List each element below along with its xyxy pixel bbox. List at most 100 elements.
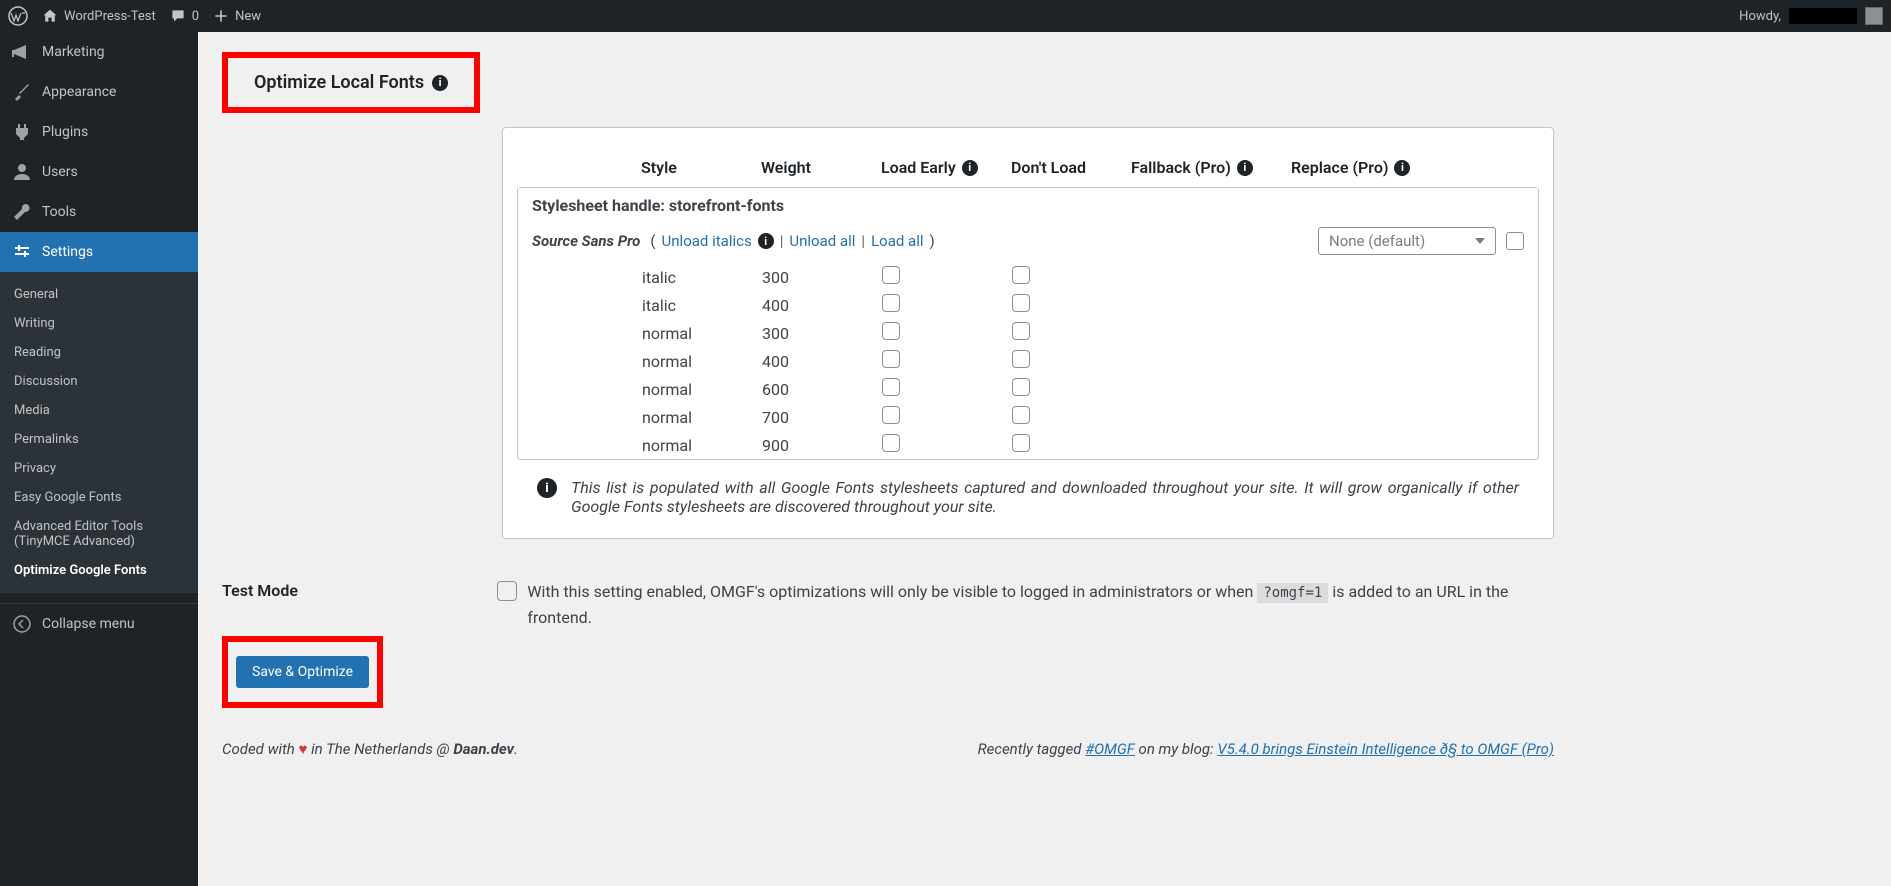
avatar <box>1865 7 1883 25</box>
variant-style: normal <box>642 324 762 343</box>
variant-style: normal <box>642 436 762 455</box>
highlight-box-save: Save & Optimize <box>222 636 383 708</box>
menu-marketing[interactable]: Marketing <box>0 32 198 72</box>
variant-row: normal700 <box>518 403 1538 431</box>
author-link[interactable]: Daan.dev <box>453 740 514 758</box>
th-weight: Weight <box>761 158 881 177</box>
menu-plugins[interactable]: Plugins <box>0 112 198 152</box>
test-mode-label: Test Mode <box>222 579 437 600</box>
collapse-icon <box>12 614 32 634</box>
th-replace: Replace (Pro) i <box>1291 158 1411 177</box>
handle-label: Stylesheet handle: storefront-fonts <box>532 196 784 215</box>
collapse-menu[interactable]: Collapse menu <box>0 603 198 644</box>
variant-weight: 600 <box>762 380 882 399</box>
footer-blog: Recently tagged #OMGF on my blog: V5.4.0… <box>978 740 1554 758</box>
variant-weight: 700 <box>762 408 882 427</box>
info-icon[interactable]: i <box>1394 160 1410 176</box>
variant-weight: 300 <box>762 268 882 287</box>
user-menu[interactable]: Howdy, <box>1739 7 1883 25</box>
save-optimize-button[interactable]: Save & Optimize <box>236 656 369 688</box>
menu-tools[interactable]: Tools <box>0 192 198 232</box>
dont-load-checkbox[interactable] <box>1012 406 1030 424</box>
test-mode-checkbox[interactable] <box>497 581 517 601</box>
info-icon[interactable]: i <box>758 233 774 249</box>
submenu-optimize-google-fonts[interactable]: Optimize Google Fonts <box>0 556 198 585</box>
test-mode-row: Test Mode With this setting enabled, OMG… <box>222 579 1554 630</box>
dont-load-checkbox[interactable] <box>1012 378 1030 396</box>
load-all-link[interactable]: Load all <box>871 232 923 250</box>
load-early-checkbox[interactable] <box>882 434 900 452</box>
variant-weight: 900 <box>762 436 882 455</box>
menu-appearance[interactable]: Appearance <box>0 72 198 112</box>
main-content: Optimize Local Fonts i Style Weight Load… <box>198 32 1578 886</box>
submenu-writing[interactable]: Writing <box>0 309 198 338</box>
menu-users[interactable]: Users <box>0 152 198 192</box>
replace-checkbox[interactable] <box>1506 232 1524 250</box>
load-early-checkbox[interactable] <box>882 350 900 368</box>
variant-style: italic <box>642 296 762 315</box>
info-note-text: This list is populated with all Google F… <box>571 478 1519 516</box>
hashtag-link[interactable]: #OMGF <box>1085 740 1135 758</box>
variant-row: normal600 <box>518 375 1538 403</box>
submenu-privacy[interactable]: Privacy <box>0 454 198 483</box>
load-early-checkbox[interactable] <box>882 378 900 396</box>
dont-load-checkbox[interactable] <box>1012 266 1030 284</box>
chevron-down-icon <box>1475 238 1485 244</box>
dont-load-checkbox[interactable] <box>1012 294 1030 312</box>
load-early-checkbox[interactable] <box>882 406 900 424</box>
load-early-checkbox[interactable] <box>882 294 900 312</box>
submenu-permalinks[interactable]: Permalinks <box>0 425 198 454</box>
fallback-select[interactable]: None (default) <box>1318 227 1496 255</box>
new-link[interactable]: New <box>213 8 261 24</box>
brush-icon <box>12 82 32 102</box>
submenu-general[interactable]: General <box>0 280 198 309</box>
info-icon[interactable]: i <box>1237 160 1253 176</box>
site-link[interactable]: WordPress-Test <box>42 8 156 24</box>
dont-load-checkbox[interactable] <box>1012 434 1030 452</box>
sliders-icon <box>12 242 32 262</box>
unload-italics-link[interactable]: Unload italics <box>662 232 752 250</box>
submenu-media[interactable]: Media <box>0 396 198 425</box>
username-redacted <box>1789 8 1857 24</box>
fonts-panel: Style Weight Load Early i Don't Load Fal… <box>502 127 1554 539</box>
load-early-checkbox[interactable] <box>882 322 900 340</box>
variant-style: normal <box>642 380 762 399</box>
footer-credits: Coded with ♥ in The Netherlands @ Daan.d… <box>222 740 518 758</box>
settings-submenu: General Writing Reading Discussion Media… <box>0 272 198 593</box>
unload-all-link[interactable]: Unload all <box>789 232 855 250</box>
highlight-box-title: Optimize Local Fonts i <box>222 52 480 113</box>
th-fallback: Fallback (Pro) i <box>1131 158 1291 177</box>
variant-row: italic300 <box>518 263 1538 291</box>
submenu-discussion[interactable]: Discussion <box>0 367 198 396</box>
submenu-advanced-editor[interactable]: Advanced Editor Tools (TinyMCE Advanced) <box>0 512 198 556</box>
info-icon: i <box>537 478 557 498</box>
info-note: i This list is populated with all Google… <box>517 460 1539 518</box>
variant-style: normal <box>642 352 762 371</box>
admin-toolbar: WordPress-Test 0 New Howdy, <box>0 0 1891 32</box>
variant-style: normal <box>642 408 762 427</box>
variant-weight: 300 <box>762 324 882 343</box>
new-label: New <box>235 9 261 24</box>
megaphone-icon <box>12 42 32 62</box>
comments-link[interactable]: 0 <box>170 8 199 24</box>
test-mode-description: With this setting enabled, OMGF's optimi… <box>497 579 1554 630</box>
dont-load-checkbox[interactable] <box>1012 350 1030 368</box>
table-header-row: Style Weight Load Early i Don't Load Fal… <box>517 158 1539 187</box>
admin-sidebar: Marketing Appearance Plugins Users Tools… <box>0 32 198 886</box>
th-dont-load: Don't Load <box>1011 158 1131 177</box>
submenu-easy-google-fonts[interactable]: Easy Google Fonts <box>0 483 198 512</box>
blog-post-link[interactable]: V5.4.0 brings Einstein Intelligence ð§ t… <box>1217 740 1554 758</box>
font-table: Stylesheet handle: storefront-fonts Sour… <box>517 187 1539 460</box>
submenu-reading[interactable]: Reading <box>0 338 198 367</box>
dont-load-checkbox[interactable] <box>1012 322 1030 340</box>
heart-icon: ♥ <box>299 740 308 758</box>
info-icon[interactable]: i <box>432 75 448 91</box>
font-family-name: Source Sans Pro <box>532 232 640 250</box>
info-icon[interactable]: i <box>962 160 978 176</box>
wp-logo[interactable] <box>8 6 28 26</box>
plug-icon <box>12 122 32 142</box>
howdy-text: Howdy, <box>1739 9 1781 24</box>
menu-settings[interactable]: Settings <box>0 232 198 272</box>
user-icon <box>12 162 32 182</box>
load-early-checkbox[interactable] <box>882 266 900 284</box>
